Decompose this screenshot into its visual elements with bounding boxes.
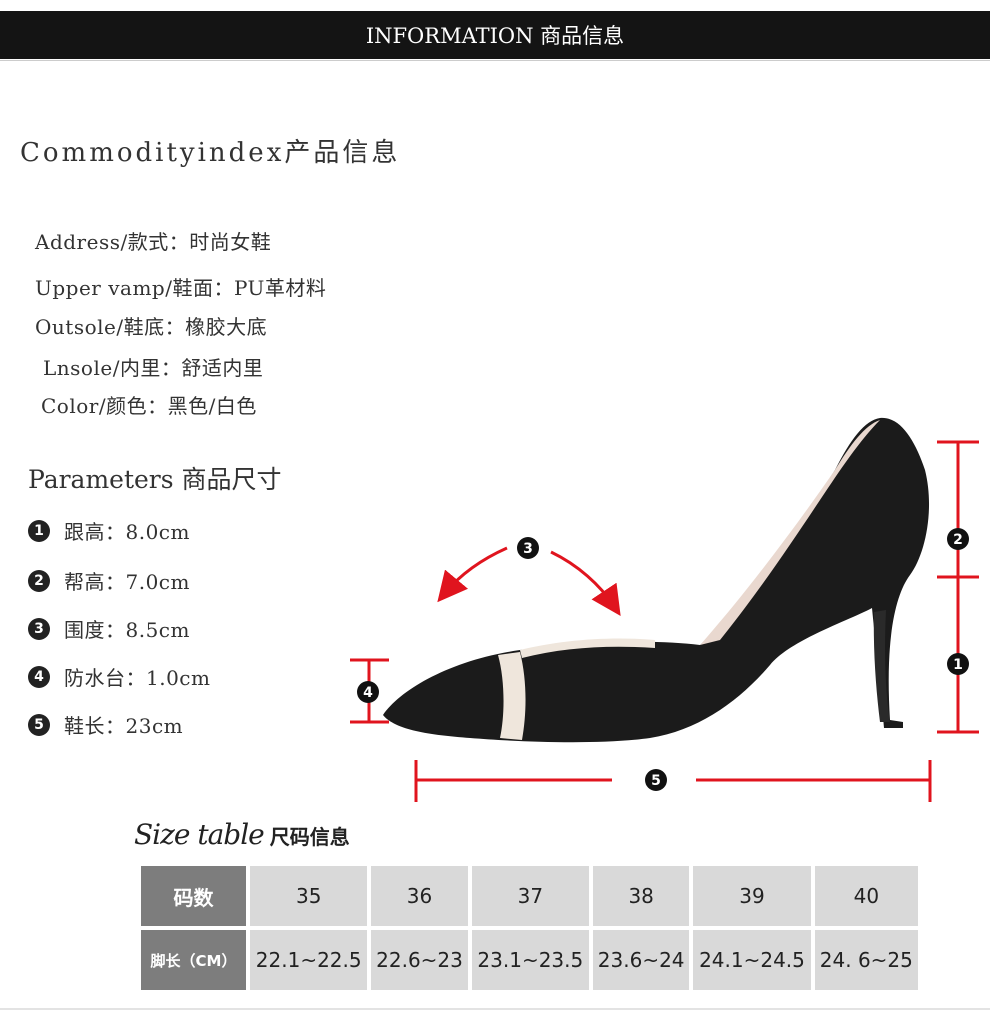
commodity-title: Commodityindex产品信息 xyxy=(20,138,401,168)
bottom-divider xyxy=(0,1008,990,1010)
param-upper-height: 2 帮高：7.0cm xyxy=(28,566,190,595)
marker-3-label: 3 xyxy=(523,541,533,557)
param-text: 帮高：7.0cm xyxy=(64,570,190,594)
number-marker: 4 xyxy=(28,665,50,688)
parameters-title: Parameters 商品尺寸 xyxy=(28,465,282,494)
marker-2-label: 2 xyxy=(953,532,963,548)
size-cell: 39 xyxy=(693,866,811,926)
length-measure xyxy=(414,760,932,802)
length-row-label: 脚长（CM） xyxy=(141,930,246,990)
shoe-diagram: 1 2 3 4 5 xyxy=(350,417,979,802)
marker-4: 4 xyxy=(357,681,379,703)
size-title-en: Size table xyxy=(134,818,265,851)
length-cell: 23.6~24 xyxy=(593,930,690,990)
number-marker: 5 xyxy=(28,713,50,736)
param-heel-height: 1 跟高：8.0cm xyxy=(28,516,190,545)
banner-title: INFORMATION 商品信息 xyxy=(365,24,625,48)
size-cell: 40 xyxy=(814,866,918,926)
marker-1-label: 1 xyxy=(953,657,963,673)
marker-2: 2 xyxy=(947,528,969,550)
info-banner: INFORMATION 商品信息 xyxy=(0,11,990,59)
size-title-cn: 尺码信息 xyxy=(269,825,350,849)
divider xyxy=(0,60,990,61)
spec-color: Color/颜色：黑色/白色 xyxy=(41,394,257,418)
table-row: 码数 35 36 37 38 39 40 xyxy=(141,866,918,926)
length-cell: 22.6~23 xyxy=(371,930,468,990)
size-cell: 37 xyxy=(471,866,590,926)
number-marker: 1 xyxy=(28,519,50,542)
size-table: 码数 35 36 37 38 39 40 脚长（CM） 22.1~22.5 22… xyxy=(137,862,922,994)
param-text: 鞋长：23cm xyxy=(64,714,184,738)
spec-style: Address/款式：时尚女鞋 xyxy=(35,230,272,254)
spec-upper: Upper vamp/鞋面：PU革材料 xyxy=(35,276,327,300)
number-marker: 2 xyxy=(28,569,50,592)
param-length: 5 鞋长：23cm xyxy=(28,710,183,739)
marker-3: 3 xyxy=(517,537,539,559)
size-table-title: Size table 尺码信息 xyxy=(134,818,350,851)
marker-5-label: 5 xyxy=(651,773,661,789)
param-text: 围度：8.5cm xyxy=(64,618,190,642)
shoe-image xyxy=(383,417,930,743)
param-platform: 4 防水台：1.0cm xyxy=(28,662,210,691)
length-cell: 24. 6~25 xyxy=(814,930,918,990)
size-cell: 38 xyxy=(593,866,690,926)
param-text: 跟高：8.0cm xyxy=(64,520,190,544)
size-row-label: 码数 xyxy=(141,866,246,926)
size-cell: 35 xyxy=(250,866,368,926)
height-measure xyxy=(937,440,979,734)
marker-5: 5 xyxy=(645,769,667,791)
param-girth: 3 围度：8.5cm xyxy=(28,614,190,643)
length-cell: 23.1~23.5 xyxy=(471,930,590,990)
table-row: 脚长（CM） 22.1~22.5 22.6~23 23.1~23.5 23.6~… xyxy=(141,930,918,990)
size-cell: 36 xyxy=(371,866,468,926)
marker-4-label: 4 xyxy=(363,685,373,701)
length-cell: 24.1~24.5 xyxy=(693,930,811,990)
length-cell: 22.1~22.5 xyxy=(250,930,368,990)
spec-outsole: Outsole/鞋底：橡胶大底 xyxy=(35,315,268,339)
param-text: 防水台：1.0cm xyxy=(64,666,211,690)
spec-lining: Lnsole/内里：舒适内里 xyxy=(43,356,264,380)
number-marker: 3 xyxy=(28,617,50,640)
marker-1: 1 xyxy=(947,653,969,675)
